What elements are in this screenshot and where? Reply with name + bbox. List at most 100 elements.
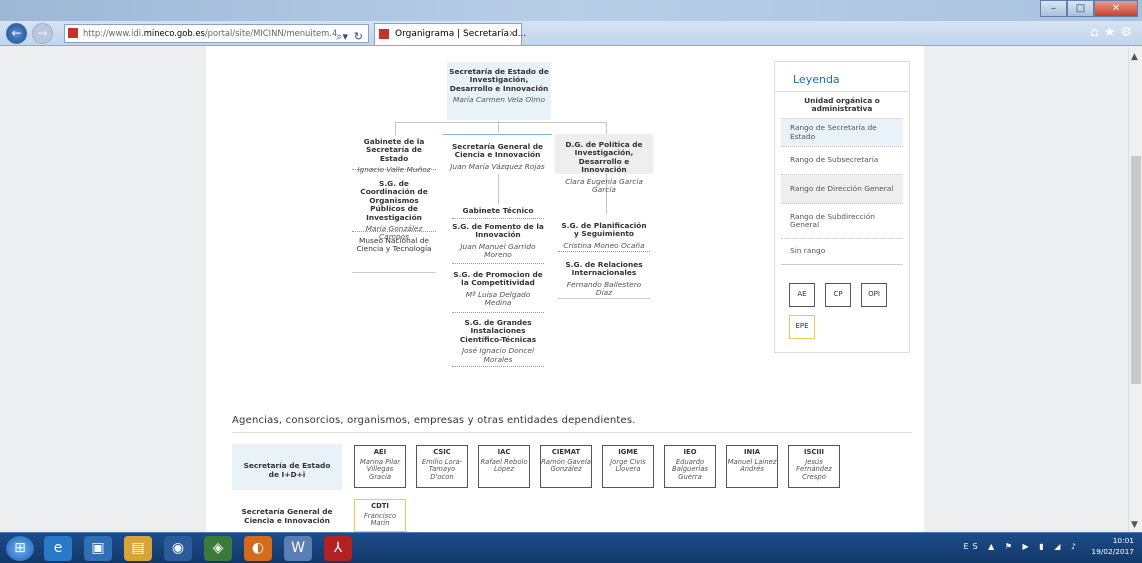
browser-tab[interactable]: Organigrama | Secretaría d... × [374,23,526,45]
node-title: S.G. de Relaciones Internacionales [565,260,643,278]
agency-acronym: ISCIII [804,448,824,456]
agencies-section-title: Agencias, consorcios, organismos, empres… [232,415,636,426]
legend-item-direccion: Rango de Dirección General [781,175,903,204]
refresh-icon[interactable]: ↻ [354,28,363,42]
scroll-down-icon[interactable]: ▼ [1131,520,1138,530]
org-node-secretaria-general[interactable]: Secretaría General de Ciencia e Innovaci… [443,134,552,174]
firefox-icon[interactable]: ◐ [244,536,272,561]
node-title: Secretaría de Estado de Investigación, D… [449,67,549,93]
agency-person: Francisco Marín [363,511,397,528]
org-node-museo[interactable]: Museo Nacional de Ciencia y Tecnología [352,236,436,273]
ie-icon[interactable]: e [44,536,72,561]
search-icon[interactable]: ⌕▾ [336,28,348,42]
maximize-button[interactable]: □ [1067,0,1094,17]
node-title: S.G. de Coordinación de Organismos Públi… [360,179,428,222]
node-person: José Ignacio Doncel Morales [461,346,535,364]
node-person: Juan Manuel Garrido Moreno [460,241,536,260]
scroll-thumb[interactable] [1131,156,1141,384]
agency-iac[interactable]: IAC Rafael Rebolo López [478,445,530,488]
agency-inia[interactable]: INIA Manuel Laínez Andrés [726,445,778,488]
left-margin [0,46,206,532]
start-button-icon[interactable]: ⊞ [6,536,34,561]
org-node-sg-planificacion[interactable]: S.G. de Planificación y Seguimiento Cris… [558,221,650,252]
agency-ciemat[interactable]: CIEMAT Ramón Gavela González [540,445,592,488]
agency-acronym: AEI [373,448,387,456]
agency-aei[interactable]: AEI Marina Pilar Villegas Gracia [354,445,406,488]
legend-box-epe: EPE [789,315,815,339]
agency-acronym: CDTI [371,502,389,510]
row-label-secretaria-estado: Secretaría de Estado de I+D+i [232,444,342,490]
minimize-button[interactable]: – [1040,0,1067,17]
forward-button[interactable]: → [32,23,53,44]
legend-item-sin-rango: Sin rango [781,239,903,265]
agency-isciii[interactable]: ISCIII Jesús Fernández Crespo [788,445,840,488]
legend-title: Leyenda [775,62,909,92]
org-node-sg-relaciones[interactable]: S.G. de Relaciones Internacionales Ferna… [558,260,650,299]
node-title: S.G. de Planificación y Seguimiento [561,221,647,239]
node-person: Fernando Ballestero Díaz [566,279,642,298]
folder-icon[interactable]: ▤ [124,536,152,561]
node-person: María Carmen Vela Olmo [452,95,546,105]
node-person: Ignacio Valle Muñoz [357,165,431,175]
agency-person: Jorge Civis Llovera [610,457,646,474]
tab-close-icon[interactable]: × [508,24,516,45]
connector [395,122,396,136]
home-icon[interactable]: ⌂ [1090,25,1103,40]
acrobat-icon[interactable]: ⅄ [324,536,352,561]
node-title: Gabinete Técnico [462,206,534,215]
node-title: Museo Nacional de Ciencia y Tecnología [356,236,432,254]
agency-acronym: IAC [497,448,511,456]
agency-person: Manuel Laínez Andrés [727,457,777,474]
app-icon[interactable]: ◈ [204,536,232,561]
outlook-icon[interactable]: ▣ [84,536,112,561]
org-node-sg-fomento[interactable]: S.G. de Fomento de la Innovación Juan Ma… [452,222,544,264]
org-node-sg-promocion[interactable]: S.G. de Promocion de la Competitividad M… [452,270,544,313]
clock[interactable]: 10:01 19/02/2017 [1091,535,1134,557]
url-domain: mineco.gob.es [143,28,205,38]
favorites-star-icon[interactable]: ★ [1104,25,1121,40]
browser-navbar: ← → http://www.idi.mineco.gob.es/portal/… [0,21,1142,46]
agency-igme[interactable]: IGME Jorge Civis Llovera [602,445,654,488]
org-node-gabinete-tecnico[interactable]: Gabinete Técnico [452,206,544,219]
tray-icons[interactable]: ES ▲ ⚑ ▶ ▮ ◢ ♪ [963,542,1080,551]
close-window-button[interactable]: ✕ [1094,0,1138,17]
row-label-secretaria-general: Secretaría General de Ciencia e Innovaci… [241,507,333,525]
org-node-secretaria-estado[interactable]: Secretaría de Estado de Investigación, D… [447,62,551,120]
org-node-dg-politica[interactable]: D.G. de Política de Investigación, Desar… [555,134,653,194]
legend-item-unidad: Unidad orgánica o administrativa [804,95,880,113]
legend-item-secretaria: Rango de Secretaría de Estado [781,118,903,147]
site-favicon-icon [68,28,78,38]
agency-acronym: IGME [618,448,638,456]
scroll-up-icon[interactable]: ▲ [1131,52,1138,62]
word-icon[interactable]: W [284,536,312,561]
node-person: Clara Eugenia García García [565,176,643,195]
org-node-gabinete[interactable]: Gabinete de la Secretaría de Estado Igna… [352,137,436,174]
agency-cdti[interactable]: CDTI Francisco Marín [354,499,406,532]
clock-date: 19/02/2017 [1091,547,1134,556]
node-title: S.G. de Grandes Instalaciones Científico… [459,318,537,344]
chrome-icon[interactable]: ◉ [164,536,192,561]
right-margin [924,46,1128,532]
connector [498,174,499,204]
settings-gear-icon[interactable]: ⚙ [1120,25,1137,40]
divider [232,432,912,433]
agency-acronym: CIEMAT [551,448,581,456]
org-node-sg-coordinacion[interactable]: S.G. de Coordinación de Organismos Públi… [352,179,436,241]
language-indicator[interactable]: ES [963,542,981,551]
agency-person: Eduardo Balguerías Guerra [672,457,708,481]
agency-csic[interactable]: CSIC Emilio Lora-Tamayo D'ocon [416,445,468,488]
legend-item-subsecretaria: Rango de Subsecretaría [781,147,903,175]
url-suffix: /portal/site/MICINN/menuitem.4. [204,28,340,38]
org-node-sg-grandes-instalaciones[interactable]: S.G. de Grandes Instalaciones Científico… [452,318,544,367]
clock-time: 10:01 [1112,536,1134,545]
back-button[interactable]: ← [6,23,27,44]
agency-person: Rafael Rebolo López [480,457,528,474]
window-titlebar: – □ ✕ [0,0,1142,21]
address-bar[interactable]: http://www.idi.mineco.gob.es/portal/site… [64,24,369,43]
url-prefix: http://www.idi. [83,28,144,38]
taskbar: ⊞ e ▣ ▤ ◉ ◈ ◐ W ⅄ ES ▲ ⚑ ▶ ▮ ◢ ♪ 10:01 1… [0,532,1142,563]
node-person: Mª Luisa Delgado Medina [465,289,531,308]
node-title: Secretaría General de Ciencia e Innovaci… [451,142,544,160]
vertical-scrollbar[interactable]: ▲ ▼ [1128,46,1142,532]
agency-ieo[interactable]: IEO Eduardo Balguerías Guerra [664,445,716,488]
